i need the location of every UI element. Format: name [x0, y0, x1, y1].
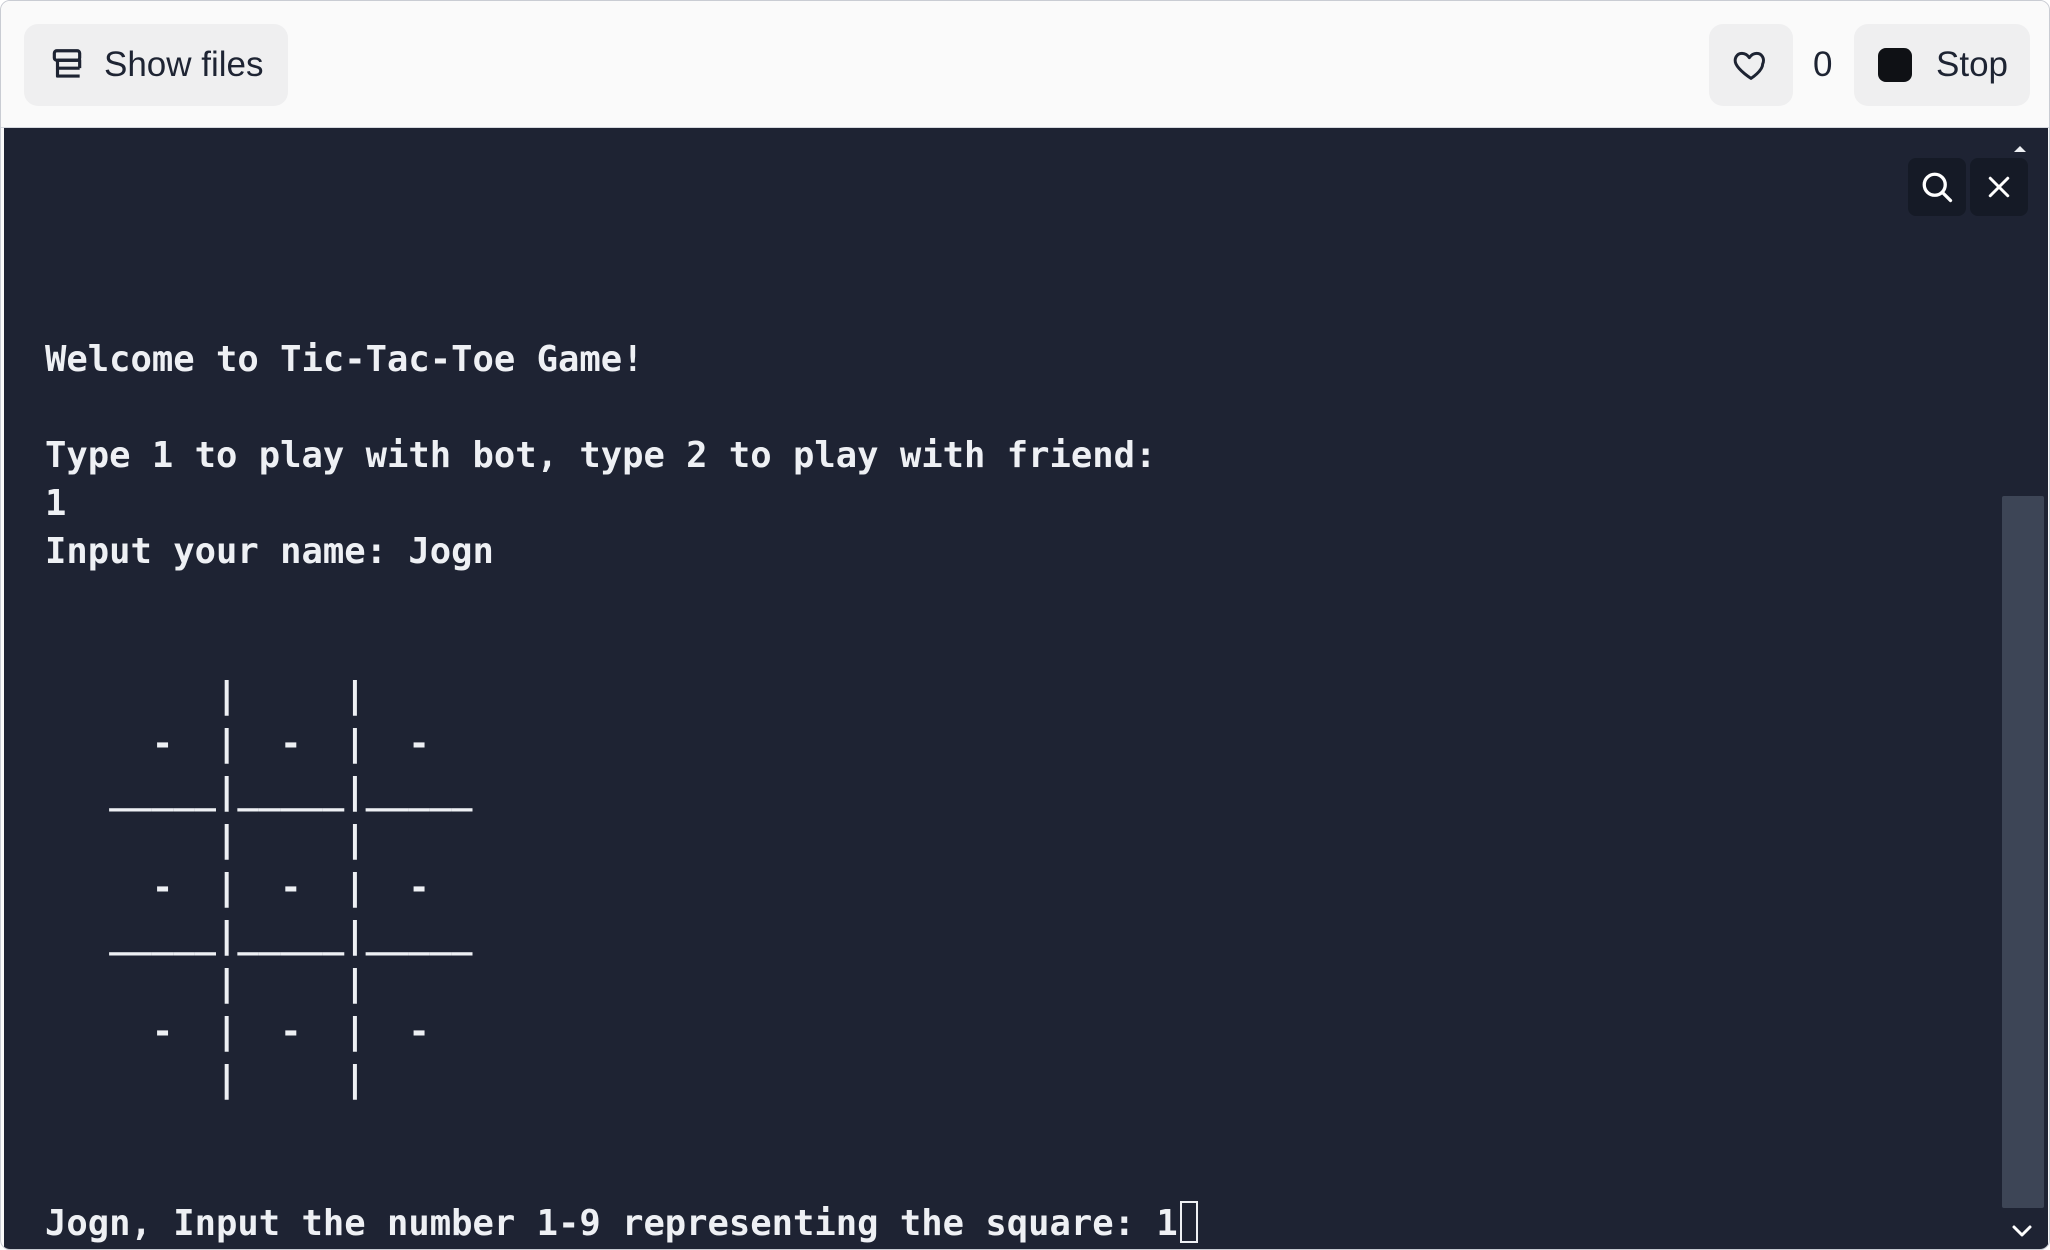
- console-line: Welcome to Tic-Tac-Toe Game!: [45, 339, 644, 380]
- board-line: | |: [45, 963, 366, 1004]
- stop-label: Stop: [1936, 45, 2008, 84]
- chevron-down-icon[interactable]: [2010, 1221, 2034, 1241]
- console-output: Welcome to Tic-Tac-Toe Game! Type 1 to pl…: [45, 336, 1156, 1104]
- console-line: Input your name: Jogn: [45, 531, 494, 572]
- console-prompt: Jogn, Input the number 1-9 representing …: [45, 1203, 1178, 1244]
- like-button[interactable]: [1709, 24, 1793, 106]
- search-icon: [1922, 172, 1953, 203]
- board-line: _____|_____|_____: [45, 771, 473, 812]
- board-line: | |: [45, 1059, 366, 1100]
- console-scrollbar[interactable]: [2002, 128, 2048, 1249]
- database-stack-icon: [52, 49, 82, 78]
- board-line: | |: [45, 819, 366, 860]
- show-files-label: Show files: [104, 45, 264, 84]
- stop-button[interactable]: Stop: [1854, 24, 2030, 106]
- console-input-line[interactable]: Jogn, Input the number 1-9 representing …: [45, 1200, 1198, 1248]
- board-line: - | - | -: [45, 1011, 430, 1052]
- board-line: | |: [45, 675, 366, 716]
- console-line: 1: [45, 483, 67, 524]
- app-frame: Show files 0 Stop Welcome to Tic-Tac-Toe…: [0, 0, 2050, 1250]
- console-line: Type 1 to play with bot, type 2 to play …: [45, 435, 1157, 476]
- heart-icon: [1733, 51, 1765, 80]
- toolbar: Show files 0 Stop: [1, 1, 2049, 128]
- board-line: _____|_____|_____: [45, 915, 473, 956]
- board-line: - | - | -: [45, 723, 430, 764]
- scroll-up-icon[interactable]: [2014, 146, 2026, 152]
- text-cursor: [1179, 1201, 1198, 1243]
- console-search-button[interactable]: [1908, 158, 1966, 216]
- board-line: - | - | -: [45, 867, 430, 908]
- show-files-button[interactable]: Show files: [24, 24, 288, 106]
- scrollbar-thumb[interactable]: [2002, 496, 2044, 1208]
- stop-square-icon: [1878, 48, 1912, 82]
- like-count: 0: [1813, 45, 1833, 84]
- console-panel[interactable]: Welcome to Tic-Tac-Toe Game! Type 1 to pl…: [4, 128, 2048, 1249]
